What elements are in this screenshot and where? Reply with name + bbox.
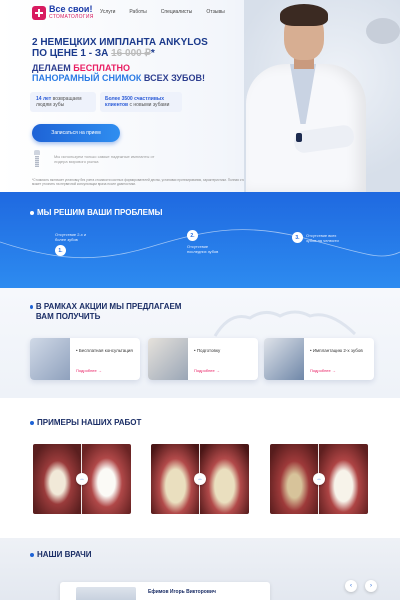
more-link[interactable]: Подробнее → — [76, 368, 102, 373]
logo-title: Все свои! — [49, 4, 93, 14]
hero-section: Все свои! СТОМАТОЛОГИЯ Услуги Работы Спе… — [0, 0, 400, 192]
consultation-photo — [30, 338, 70, 380]
bullet-icon — [30, 210, 34, 215]
offer-card-consultation[interactable]: • Бесплатная консультация Подробнее → — [30, 338, 140, 380]
clinic-cross-icon — [32, 5, 46, 20]
nav-item-specialists[interactable]: Специалисты — [161, 9, 193, 15]
offers-section: В рамках акции мы предлагаем вам получит… — [0, 288, 400, 398]
dental-lamp-icon — [366, 18, 400, 44]
before-after-slider[interactable]: ↔ — [33, 444, 131, 514]
bullet-icon — [30, 305, 33, 309]
watch-icon — [296, 133, 302, 142]
old-price: 16 000 ₽ — [111, 48, 151, 59]
nav-item-reviews[interactable]: Отзывы — [206, 9, 224, 15]
doctor-photo — [244, 0, 400, 192]
more-link[interactable]: Подробнее → — [310, 368, 336, 373]
logo[interactable]: Все свои! СТОМАТОЛОГИЯ — [32, 5, 94, 20]
compare-handle-icon[interactable]: ↔ — [313, 473, 325, 485]
problem-step-1: Отсутствие 2-х и более зубов 1. — [55, 232, 95, 256]
problem-step-2: 2. Отсутствие последних зубов — [187, 230, 227, 254]
before-after-slider[interactable]: ↔ — [270, 444, 368, 514]
logo-subtitle: СТОМАТОЛОГИЯ — [49, 14, 94, 20]
nav-item-works[interactable]: Работы — [129, 9, 146, 15]
teeth-decoration-icon — [213, 310, 357, 337]
stat-clients: Более 3500 счастливых клиентов с новыми … — [105, 96, 170, 108]
carousel-next-button[interactable]: › — [365, 580, 377, 592]
examples-section: Примеры наших работ ↔ ↔ ↔ — [0, 398, 400, 538]
before-after-slider[interactable]: ↔ — [151, 444, 249, 514]
bullet-icon — [30, 420, 34, 425]
doctors-title: Наши врачи — [30, 550, 92, 559]
examples-title: Примеры наших работ — [30, 418, 141, 427]
problem-step-3: 3. Отсутствие всех зубов на челюсти — [292, 232, 346, 243]
carousel-prev-button[interactable]: ‹ — [345, 580, 357, 592]
offers-title: В рамках акции мы предлагаем вам получит… — [30, 302, 190, 322]
preparation-photo — [148, 338, 188, 380]
offer-card-implantation[interactable]: • Имплантацию 2-х зубов Подробнее → — [264, 338, 374, 380]
offer-card-preparation[interactable]: • Подготовку Подробнее → — [148, 338, 258, 380]
doctor-card[interactable]: Ефимов Игорь Викторович — [60, 582, 270, 600]
more-link[interactable]: Подробнее → — [194, 368, 220, 373]
main-nav: Услуги Работы Специалисты Отзывы — [100, 9, 225, 15]
hero-title: 2 немецких импланта ANKYLOS по цене 1 - … — [32, 37, 208, 59]
bullet-icon — [30, 552, 34, 557]
implant-icon — [30, 150, 44, 168]
implantation-photo — [264, 338, 304, 380]
compare-handle-icon[interactable]: ↔ — [76, 473, 88, 485]
doctors-section: Наши врачи ‹ › Ефимов Игорь Викторович — [0, 538, 400, 600]
problems-title: Мы решим ваши проблемы — [30, 208, 162, 217]
implant-note: Мы используем только самые надежные импл… — [30, 150, 164, 168]
hero-subtitle: Делаем бесплатно панорамный снимок всех … — [32, 63, 205, 83]
book-appointment-button[interactable]: Записаться на прием — [32, 124, 120, 142]
nav-item-services[interactable]: Услуги — [100, 9, 115, 15]
compare-handle-icon[interactable]: ↔ — [194, 473, 206, 485]
doctor-name: Ефимов Игорь Викторович — [148, 589, 216, 595]
doctor-card-photo — [76, 587, 136, 600]
stat-years: 14 лет возвращаем людям зубы — [36, 96, 82, 108]
problems-section: Мы решим ваши проблемы Отсутствие 2-х и … — [0, 192, 400, 288]
